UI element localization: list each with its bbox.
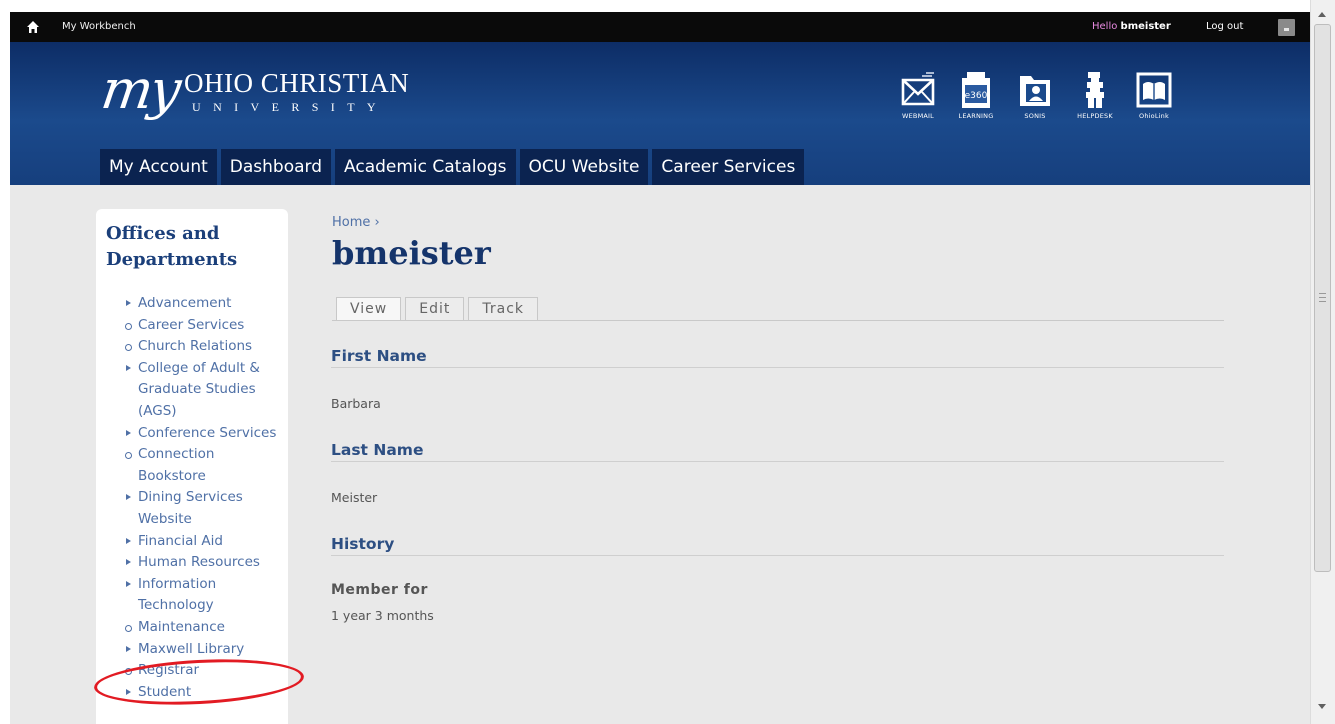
sidebar-item-dining-services[interactable]: Dining Services Website bbox=[124, 487, 284, 530]
nav-academic-catalogs[interactable]: Academic Catalogs bbox=[335, 149, 516, 185]
section-divider bbox=[331, 461, 1224, 462]
sidebar-item-maintenance[interactable]: Maintenance bbox=[124, 617, 284, 639]
quicklink-label: LEARNING bbox=[958, 112, 994, 120]
nav-career-services[interactable]: Career Services bbox=[652, 149, 805, 185]
sidebar-item-information-technology[interactable]: Information Technology bbox=[124, 574, 284, 617]
profile-tabs: View Edit Track bbox=[336, 297, 542, 321]
logout-link[interactable]: Log out bbox=[1206, 21, 1243, 32]
main-navigation: My Account Dashboard Academic Catalogs O… bbox=[100, 149, 808, 185]
first-name-value: Barbara bbox=[331, 396, 381, 411]
scroll-down-arrow-icon[interactable] bbox=[1318, 704, 1326, 709]
quicklink-webmail[interactable]: WEBMAIL bbox=[890, 70, 946, 120]
sidebar-item-financial-aid[interactable]: Financial Aid bbox=[124, 531, 284, 553]
nav-my-account[interactable]: My Account bbox=[100, 149, 217, 185]
sidebar-item-connection-bookstore[interactable]: Connection Bookstore bbox=[124, 444, 284, 487]
logo-subtitle: UNIVERSITY bbox=[192, 100, 388, 114]
history-heading: History bbox=[331, 535, 395, 553]
quicklink-label: SONIS bbox=[1024, 112, 1046, 120]
username-link[interactable]: bmeister bbox=[1121, 21, 1171, 32]
quicklink-label: HELPDESK bbox=[1077, 112, 1113, 120]
logo-name: OHIO CHRISTIAN bbox=[184, 68, 410, 98]
e360-icon: e360 bbox=[962, 72, 990, 108]
my-workbench-link[interactable]: My Workbench bbox=[62, 21, 136, 32]
scrollbar-grip-icon bbox=[1319, 293, 1326, 302]
page-frame: My Workbench Hello bmeister Log out my O… bbox=[10, 12, 1310, 724]
section-divider bbox=[331, 367, 1224, 368]
sidebar-item-human-resources[interactable]: Human Resources bbox=[124, 552, 284, 574]
breadcrumb[interactable]: Home › bbox=[332, 215, 380, 230]
sidebar-heading: Offices and Departments bbox=[106, 223, 238, 270]
helpdesk-icon bbox=[1086, 72, 1104, 108]
member-for-label: Member for bbox=[331, 582, 428, 598]
tab-view[interactable]: View bbox=[336, 297, 402, 321]
quicklink-sonis[interactable]: SONIS bbox=[1007, 70, 1063, 120]
nav-dashboard[interactable]: Dashboard bbox=[220, 149, 332, 185]
quicklink-label: WEBMAIL bbox=[902, 112, 934, 120]
nav-ocu-website[interactable]: OCU Website bbox=[519, 149, 649, 185]
scroll-up-arrow-icon[interactable] bbox=[1318, 12, 1326, 17]
greeting-prefix: Hello bbox=[1092, 21, 1121, 32]
vertical-scrollbar[interactable] bbox=[1310, 0, 1335, 724]
tabs-divider bbox=[332, 320, 1224, 321]
tab-edit[interactable]: Edit bbox=[405, 297, 465, 321]
member-for-value: 1 year 3 months bbox=[331, 608, 434, 623]
section-divider bbox=[331, 555, 1224, 556]
sidebar-item-career-services[interactable]: Career Services bbox=[124, 315, 284, 337]
page-title: bmeister bbox=[332, 234, 491, 272]
envelope-icon bbox=[901, 72, 935, 106]
sidebar-item-church-relations[interactable]: Church Relations bbox=[124, 336, 284, 358]
quicklink-label: OhioLink bbox=[1139, 112, 1169, 120]
sidebar-item-ags[interactable]: College of Adult & Graduate Studies (AGS… bbox=[124, 358, 284, 423]
quicklink-learning[interactable]: e360 LEARNING bbox=[948, 70, 1004, 120]
sidebar-item-maxwell-library[interactable]: Maxwell Library bbox=[124, 639, 284, 661]
department-menu: Advancement Career Services Church Relat… bbox=[124, 293, 284, 703]
sidebar-item-advancement[interactable]: Advancement bbox=[124, 293, 284, 315]
sidebar: Offices and Departments Advancement Care… bbox=[96, 209, 288, 724]
admin-toolbar: My Workbench Hello bmeister Log out bbox=[10, 12, 1310, 42]
last-name-value: Meister bbox=[331, 490, 378, 505]
site-header: my OHIO CHRISTIAN UNIVERSITY WEBMAIL e36… bbox=[10, 42, 1310, 185]
home-icon[interactable] bbox=[26, 20, 40, 34]
folder-person-icon bbox=[1020, 76, 1050, 106]
tab-track[interactable]: Track bbox=[468, 297, 538, 321]
first-name-heading: First Name bbox=[331, 347, 427, 365]
quicklink-ohiolink[interactable]: OhioLink bbox=[1126, 70, 1182, 120]
toolbar-toggle-button[interactable] bbox=[1278, 19, 1295, 36]
scrollbar-thumb[interactable] bbox=[1314, 24, 1331, 572]
last-name-heading: Last Name bbox=[331, 441, 424, 459]
sidebar-item-conference-services[interactable]: Conference Services bbox=[124, 423, 284, 445]
e360-badge-text: e360 bbox=[965, 91, 988, 101]
book-icon bbox=[1136, 72, 1172, 108]
logo-script: my bbox=[97, 58, 183, 121]
user-greeting: Hello bmeister bbox=[1092, 21, 1171, 32]
quicklink-helpdesk[interactable]: HELPDESK bbox=[1067, 70, 1123, 120]
